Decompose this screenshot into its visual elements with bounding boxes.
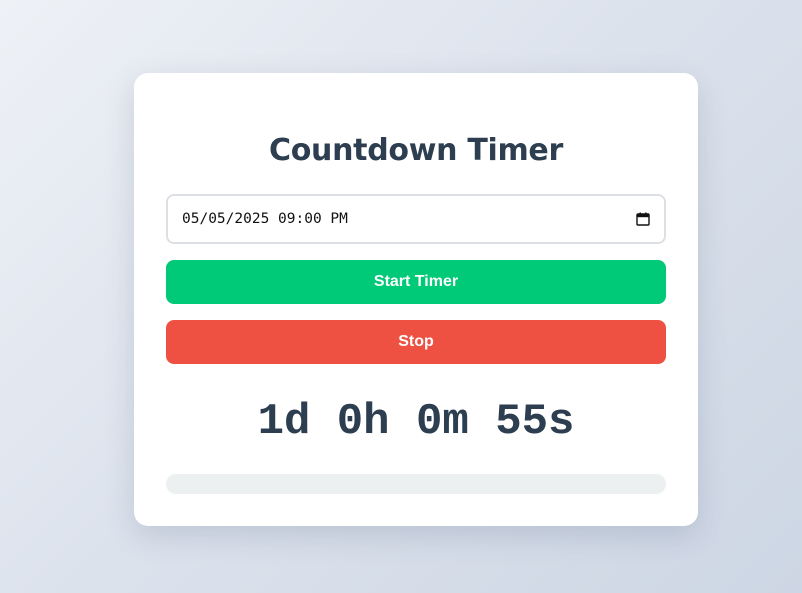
datetime-value[interactable]: 05/05/2025 09:00 PM: [182, 211, 636, 227]
calendar-icon[interactable]: [636, 212, 650, 226]
progress-bar: [166, 474, 666, 494]
start-timer-button[interactable]: Start Timer: [166, 260, 666, 304]
page-title: Countdown Timer: [269, 133, 563, 168]
timer-card: Countdown Timer 05/05/2025 09:00 PM Star…: [134, 73, 698, 526]
stop-button[interactable]: Stop: [166, 320, 666, 364]
countdown-display: 1d 0h 0m 55s: [257, 397, 575, 447]
datetime-input[interactable]: 05/05/2025 09:00 PM: [166, 194, 666, 244]
